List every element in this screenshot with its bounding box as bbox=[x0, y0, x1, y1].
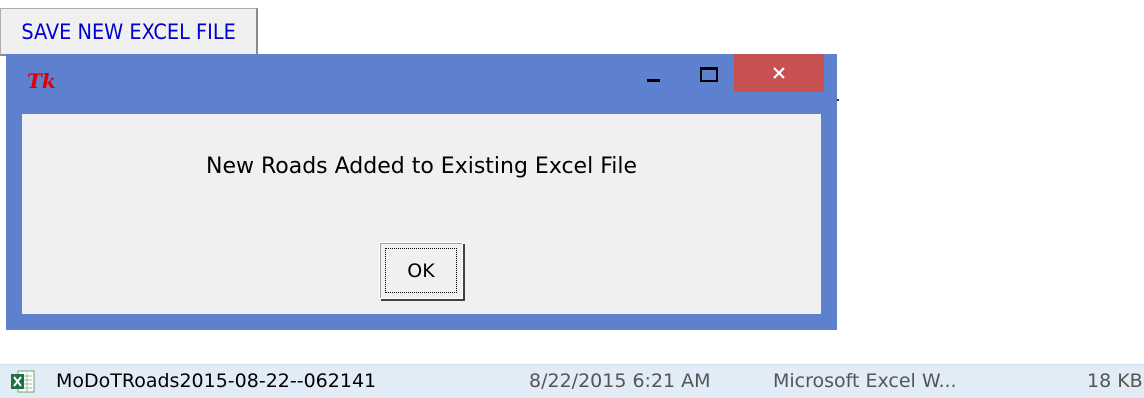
file-type: Microsoft Excel W... bbox=[773, 370, 957, 392]
save-new-excel-file-button[interactable]: SAVE NEW EXCEL FILE bbox=[0, 8, 258, 56]
excel-file-icon bbox=[11, 370, 35, 393]
file-date-modified: 8/22/2015 6:21 AM bbox=[529, 370, 711, 392]
file-list-row[interactable]: MoDoTRoads2015-08-22--062141 8/22/2015 6… bbox=[0, 364, 1144, 398]
maximize-icon bbox=[700, 66, 718, 82]
ok-button[interactable]: OK bbox=[379, 242, 463, 299]
close-icon bbox=[773, 67, 785, 79]
dialog-titlebar[interactable]: Tk bbox=[6, 54, 837, 110]
close-button[interactable] bbox=[734, 54, 824, 92]
file-size: 18 KB bbox=[1087, 370, 1143, 392]
save-button-label: SAVE NEW EXCEL FILE bbox=[21, 19, 236, 44]
focus-rectangle bbox=[385, 248, 457, 293]
window-edge-artifact bbox=[837, 99, 839, 101]
message-dialog: Tk New Roads Added to Existing Excel Fil… bbox=[6, 54, 837, 330]
tk-feather-icon: Tk bbox=[27, 69, 56, 93]
minimize-button[interactable] bbox=[630, 54, 676, 94]
svg-text:Tk: Tk bbox=[27, 69, 56, 93]
file-name: MoDoTRoads2015-08-22--062141 bbox=[56, 370, 377, 392]
dialog-body: New Roads Added to Existing Excel File O… bbox=[22, 114, 821, 314]
minimize-icon bbox=[646, 78, 660, 82]
dialog-message: New Roads Added to Existing Excel File bbox=[205, 154, 638, 179]
maximize-button[interactable] bbox=[686, 54, 732, 94]
